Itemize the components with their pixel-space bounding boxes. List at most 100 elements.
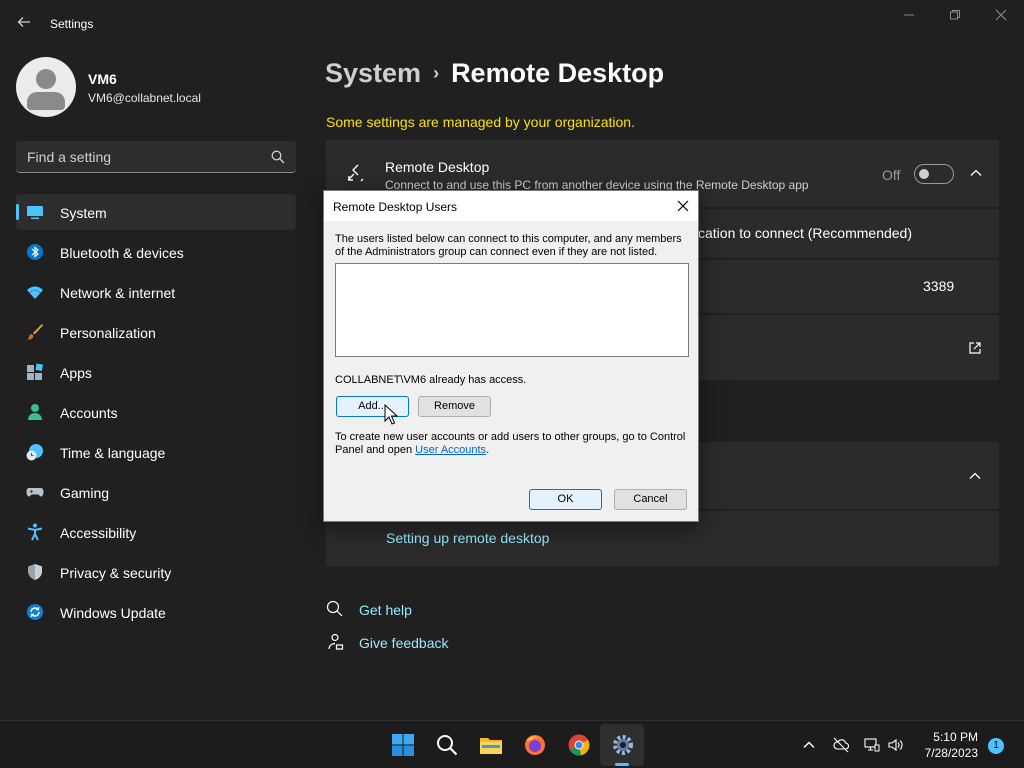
remote-desktop-icon [347, 164, 364, 182]
firefox-icon[interactable] [523, 733, 547, 757]
sidebar-item-system[interactable]: System [16, 194, 296, 230]
minimize-button[interactable] [897, 8, 921, 24]
sidebar-item-time-language[interactable]: Time & language [16, 434, 296, 470]
sidebar-item-personalization[interactable]: Personalization [16, 314, 296, 350]
setup-remote-desktop-link[interactable]: Setting up remote desktop [386, 530, 549, 546]
start-windows-icon[interactable] [391, 733, 415, 757]
breadcrumb: System › Remote Desktop [325, 58, 664, 89]
user-email: VM6@collabnet.local [88, 91, 201, 105]
dialog-title: Remote Desktop Users [333, 200, 458, 214]
sidebar-item-apps[interactable]: Apps [16, 354, 296, 390]
cancel-button[interactable]: Cancel [614, 489, 687, 510]
port-value: 3389 [923, 278, 955, 294]
toggle-knob [919, 169, 929, 179]
sidebar-item-accessibility[interactable]: Accessibility [16, 514, 296, 550]
sidebar-item-label: Bluetooth & devices [60, 245, 184, 261]
remote-desktop-toggle[interactable] [914, 164, 954, 184]
avatar-body-shape [27, 92, 65, 110]
dialog-description: The users listed below can connect to th… [335, 233, 682, 258]
taskbar-time[interactable]: 5:10 PM [922, 730, 978, 744]
restore-icon [950, 10, 960, 20]
back-button[interactable] [14, 14, 34, 34]
search-input[interactable]: Find a setting [27, 149, 111, 165]
wifi-icon [27, 286, 43, 299]
breadcrumb-parent[interactable]: System [325, 58, 421, 88]
chevron-up-icon[interactable] [801, 737, 817, 753]
info-period: . [486, 444, 490, 456]
sidebar-item-bluetooth[interactable]: Bluetooth & devices [16, 234, 296, 270]
person-icon [28, 404, 42, 420]
sidebar-item-label: Windows Update [60, 605, 166, 621]
dialog-info-text: To create new user accounts or add users… [335, 431, 691, 457]
taskbar: 5:10 PM 7/28/2023 1 [0, 720, 1024, 768]
controller-icon [26, 488, 44, 497]
app-title: Settings [50, 17, 94, 31]
info-text: To create new user accounts or add users… [335, 431, 686, 456]
sidebar-item-network[interactable]: Network & internet [16, 274, 296, 310]
apps-icon [27, 363, 43, 380]
sidebar-item-label: Time & language [60, 445, 166, 461]
volume-icon[interactable] [887, 737, 903, 753]
shield-icon [28, 564, 42, 580]
users-listbox[interactable] [335, 263, 689, 357]
search-box[interactable]: Find a setting [16, 141, 296, 173]
back-arrow-icon [17, 17, 30, 27]
sidebar-item-label: System [60, 205, 107, 221]
network-icon[interactable] [864, 737, 880, 753]
sidebar-item-label: Gaming [60, 485, 110, 501]
cloud-offline-icon[interactable] [833, 737, 849, 753]
sidebar-item-label: Apps [60, 365, 92, 381]
chevron-up-icon[interactable] [969, 166, 983, 180]
ok-button[interactable]: OK [529, 489, 602, 510]
help-icon [326, 600, 343, 617]
access-status-text: COLLABNET\VM6 already has access. [335, 374, 527, 386]
sidebar-item-windows-update[interactable]: Windows Update [16, 594, 296, 630]
settings-gear-icon[interactable] [611, 733, 635, 757]
title-bar: Settings [0, 0, 1024, 48]
sidebar-item-label: Accounts [60, 405, 118, 421]
page-title: Remote Desktop [451, 58, 665, 88]
minimize-icon [904, 14, 914, 16]
close-button[interactable] [989, 8, 1013, 24]
sidebar-item-accounts[interactable]: Accounts [16, 394, 296, 430]
clock-globe-icon [26, 444, 43, 461]
maximize-button[interactable] [943, 8, 967, 24]
bluetooth-icon [27, 244, 43, 260]
sidebar-item-gaming[interactable]: Gaming [16, 474, 296, 510]
feedback-icon [328, 633, 344, 650]
external-link-icon[interactable] [968, 341, 982, 355]
sidebar-item-privacy-security[interactable]: Privacy & security [16, 554, 296, 590]
chrome-icon[interactable] [567, 733, 591, 757]
breadcrumb-separator: › [433, 63, 440, 83]
sidebar-item-label: Accessibility [60, 525, 137, 541]
nla-setting-label: cation to connect (Recommended) [698, 225, 912, 241]
mouse-cursor-icon [384, 404, 398, 425]
remote-desktop-users-dialog: Remote Desktop Users The users listed be… [323, 190, 699, 522]
brush-icon [27, 324, 43, 340]
search-icon[interactable] [270, 149, 286, 165]
add-user-button[interactable]: Add... [336, 396, 409, 417]
file-explorer-icon[interactable] [479, 733, 503, 757]
system-icon [27, 206, 43, 219]
toggle-state-label: Off [882, 167, 901, 183]
get-help-link[interactable]: Get help [359, 602, 412, 618]
sidebar-item-label: Network & internet [60, 285, 176, 301]
active-app-indicator [615, 763, 629, 766]
taskbar-date[interactable]: 7/28/2023 [912, 746, 978, 760]
sidebar-item-label: Personalization [60, 325, 156, 341]
give-feedback-link[interactable]: Give feedback [359, 635, 449, 651]
avatar-head-shape [36, 69, 56, 89]
search-icon[interactable] [435, 733, 459, 757]
dialog-title-bar: Remote Desktop Users [324, 191, 698, 221]
notification-badge[interactable]: 1 [988, 738, 1004, 754]
update-icon [27, 604, 43, 620]
remote-desktop-title: Remote Desktop [385, 159, 490, 175]
managed-by-org-note: Some settings are managed by your organi… [326, 114, 635, 130]
user-accounts-link[interactable]: User Accounts [415, 444, 486, 456]
chevron-up-icon[interactable] [968, 469, 982, 483]
dialog-close-icon[interactable] [674, 197, 692, 215]
user-name: VM6 [88, 71, 117, 87]
sidebar-nav: System Bluetooth & devices Network & int… [16, 194, 296, 634]
avatar[interactable] [16, 57, 76, 117]
remove-user-button[interactable]: Remove [418, 396, 491, 417]
